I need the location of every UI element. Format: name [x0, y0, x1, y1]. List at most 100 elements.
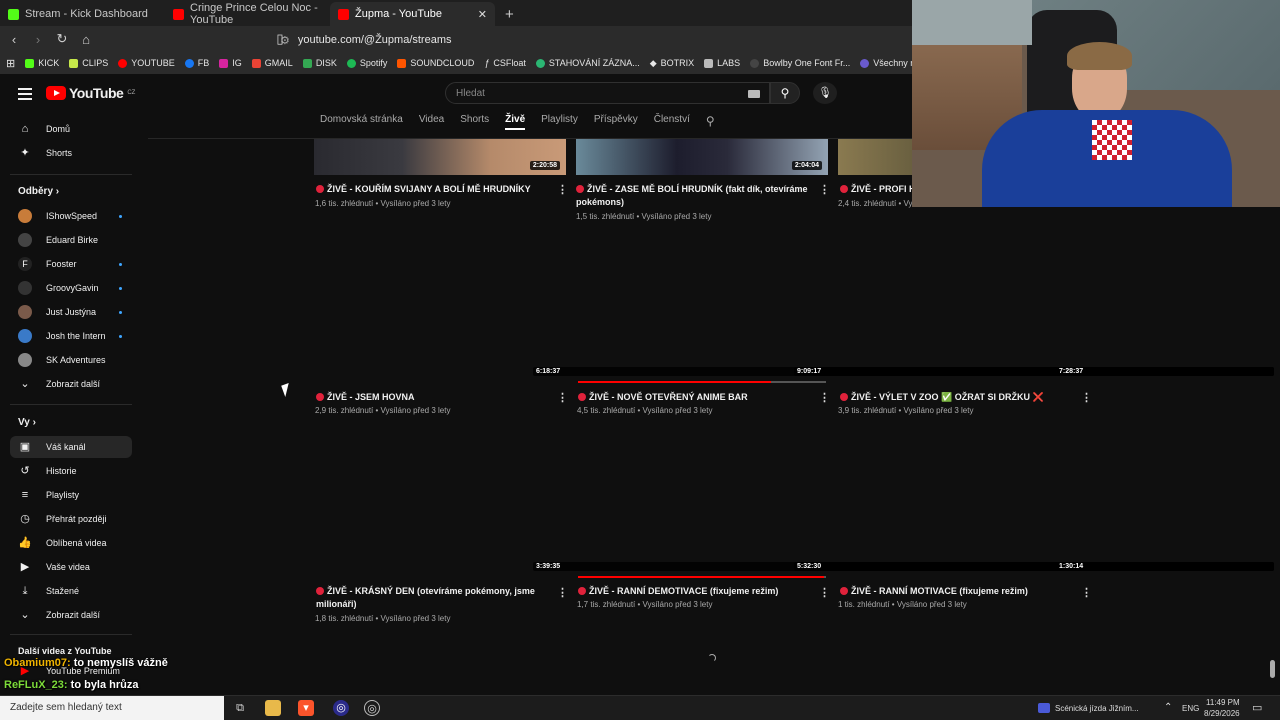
- address-bar[interactable]: ⚙ youtube.com/@Župma/streams: [280, 30, 910, 50]
- tab-home[interactable]: Domovská stránka: [320, 114, 403, 130]
- browser-tab-zumpa[interactable]: Župma - YouTube ✕: [330, 2, 495, 26]
- more-vert-icon[interactable]: ⋮: [1081, 586, 1092, 599]
- search-input[interactable]: Hledat: [445, 82, 770, 104]
- bookmark-clips[interactable]: CLIPS: [69, 58, 108, 68]
- video-title[interactable]: ŽIVĚ - PROFI H: [840, 183, 912, 196]
- bookmark-gmail[interactable]: GMAIL: [251, 58, 293, 68]
- menu-icon[interactable]: [18, 88, 32, 103]
- subscriptions-heading[interactable]: Odběry ›: [18, 186, 59, 197]
- bookmark-youtube[interactable]: YOUTUBE: [118, 58, 175, 68]
- sidebar-sub-josh-the-intern[interactable]: Josh the Intern: [10, 325, 132, 347]
- clock-date[interactable]: 8/29/2026: [1204, 709, 1240, 718]
- file-explorer-icon[interactable]: [265, 700, 281, 716]
- keyboard-icon[interactable]: [748, 90, 760, 98]
- video-thumbnail[interactable]: 2:04:04: [576, 139, 828, 175]
- sidebar-show-more[interactable]: ⌄ Zobrazit další: [10, 373, 132, 395]
- bookmark-kick[interactable]: KICK: [25, 58, 59, 68]
- more-vert-icon[interactable]: ⋮: [557, 183, 568, 196]
- chrome-icon[interactable]: ◎: [364, 700, 380, 716]
- more-vert-icon[interactable]: ⋮: [819, 183, 830, 196]
- sidebar-item-home[interactable]: ⌂ Domů: [10, 118, 132, 140]
- new-tab-button[interactable]: +: [495, 2, 524, 26]
- task-view-icon[interactable]: ⧉: [232, 700, 248, 716]
- sidebar-item-shorts[interactable]: ✦ Shorts: [10, 142, 132, 164]
- tab-live[interactable]: Živě: [505, 114, 526, 130]
- apps-grid-icon[interactable]: ⊞: [6, 57, 15, 70]
- sidebar-sub-groovygavin[interactable]: GroovyGavin: [10, 277, 132, 299]
- video-title[interactable]: ŽIVĚ - ZASE MĚ BOLÍ HRUDNÍK (fakt dík, o…: [576, 183, 816, 209]
- home-icon[interactable]: ⌂: [76, 32, 96, 47]
- bookmark-botrix[interactable]: ◆ BOTRIX: [650, 58, 694, 69]
- sidebar-sub-fooster[interactable]: F Fooster: [10, 253, 132, 275]
- more-vert-icon[interactable]: ⋮: [557, 586, 568, 599]
- channel-search-icon[interactable]: ⚲: [706, 114, 715, 130]
- watch-progress-bar: [578, 576, 824, 578]
- back-icon[interactable]: ‹: [4, 32, 24, 47]
- bookmark-bowlby[interactable]: Bowlby One Font Fr...: [750, 58, 850, 68]
- bookmark-ig[interactable]: IG: [219, 58, 242, 68]
- sidebar-item-history[interactable]: ↺ Historie: [10, 460, 132, 482]
- video-thumbnail[interactable]: [838, 139, 912, 175]
- sidebar-item-playlists[interactable]: ≡ Playlisty: [10, 484, 132, 506]
- tab-videos[interactable]: Videa: [419, 114, 444, 130]
- kick-icon: [8, 8, 19, 20]
- sidebar-item-watch-later[interactable]: ◷ Přehrát později: [10, 508, 132, 530]
- you-heading[interactable]: Vy ›: [18, 417, 36, 428]
- more-vert-icon[interactable]: ⋮: [1081, 391, 1092, 404]
- sidebar-item-your-channel[interactable]: ▣ Váš kanál: [10, 436, 132, 458]
- sidebar-show-more-2[interactable]: ⌄ Zobrazit další: [10, 604, 132, 626]
- tab-playlists[interactable]: Playlisty: [541, 114, 578, 130]
- browser-tab-kick[interactable]: Stream - Kick Dashboard: [0, 2, 165, 26]
- sidebar-item-your-videos[interactable]: ▶ Vaše videa: [10, 556, 132, 578]
- clock-time[interactable]: 11:49 PM: [1206, 698, 1240, 707]
- language-indicator[interactable]: ENG: [1182, 704, 1199, 713]
- video-title[interactable]: ŽIVĚ - VÝLET V ZOO ✅ OŽRAT SI DRŽKU ❌: [840, 391, 1076, 404]
- video-title[interactable]: ŽIVĚ - RANNÍ MOTIVACE (fixujeme režim): [840, 585, 1076, 598]
- sidebar-sub-ishowspeed[interactable]: IShowSpeed: [10, 205, 132, 227]
- bookmark-recenze[interactable]: Všechny recenze: [860, 58, 912, 68]
- more-vert-icon[interactable]: ⋮: [557, 391, 568, 404]
- voice-search-button[interactable]: 🎙: [813, 82, 837, 104]
- sidebar-item-liked[interactable]: 👍 Oblíbená videa: [10, 532, 132, 554]
- reload-icon[interactable]: ↻: [52, 31, 72, 47]
- now-playing-widget[interactable]: Scénická jízda Jižním...: [1038, 703, 1139, 713]
- video-title[interactable]: ŽIVĚ - JSEM HOVNA: [316, 391, 552, 404]
- video-title[interactable]: ŽIVĚ - NOVĚ OTEVŘENÝ ANIME BAR: [578, 391, 814, 404]
- sidebar-item-downloads[interactable]: ⤓ Stažené: [10, 580, 132, 602]
- video-title[interactable]: ŽIVĚ - KOUŘÍM SVIJANY A BOLÍ MĚ HRUDNÍKY: [316, 183, 552, 196]
- sidebar-sub-sk-adventures[interactable]: SK Adventures: [10, 349, 132, 371]
- bookmark-labs[interactable]: LABS: [704, 58, 740, 68]
- bookmark-disk[interactable]: DISK: [302, 58, 337, 68]
- site-info-icon[interactable]: ⚙: [280, 34, 290, 47]
- download-site-icon: [535, 58, 545, 68]
- tab-posts[interactable]: Příspěvky: [594, 114, 638, 130]
- tab-membership[interactable]: Členství: [654, 114, 690, 130]
- obs-icon[interactable]: ◎: [333, 700, 349, 716]
- bookmark-fb[interactable]: FB: [184, 58, 209, 68]
- video-title[interactable]: ŽIVĚ - KRÁSNÝ DEN (otevíráme pokémony, j…: [316, 585, 552, 611]
- bookmark-spotify[interactable]: Spotify: [346, 58, 387, 68]
- bookmark-csfloat[interactable]: ƒ CSFloat: [484, 58, 526, 68]
- clips-icon: [69, 58, 79, 68]
- page-scrollbar[interactable]: [1270, 660, 1275, 678]
- sidebar-sub-eduard-birke[interactable]: Eduard Birke: [10, 229, 132, 251]
- botrix-icon: ◆: [649, 57, 657, 68]
- forward-icon[interactable]: ›: [28, 32, 48, 47]
- tab-shorts[interactable]: Shorts: [460, 114, 489, 130]
- taskbar-search-input[interactable]: Zadejte sem hledaný text: [0, 696, 224, 720]
- video-title[interactable]: ŽIVĚ - RANNÍ DEMOTIVACE (fixujeme režim): [578, 585, 814, 598]
- video-icon: ▶: [20, 561, 30, 573]
- browser-tab-cringe[interactable]: Cringe Prince Celou Noc - YouTube: [165, 2, 330, 26]
- more-vert-icon[interactable]: ⋮: [819, 586, 830, 599]
- close-tab-icon[interactable]: ✕: [478, 8, 487, 21]
- brave-browser-icon[interactable]: ▾: [298, 700, 314, 716]
- tray-expand-icon[interactable]: ⌃: [1164, 702, 1172, 713]
- video-thumbnail[interactable]: 2:20:58: [314, 139, 566, 175]
- sidebar-sub-just-justyna[interactable]: Just Justýna: [10, 301, 132, 323]
- bookmark-soundcloud[interactable]: SOUNDCLOUD: [397, 58, 474, 68]
- search-button[interactable]: ⚲: [770, 82, 800, 104]
- youtube-logo[interactable]: YouTube CZ: [46, 85, 135, 101]
- more-vert-icon[interactable]: ⋮: [819, 391, 830, 404]
- notifications-icon[interactable]: ▭: [1252, 701, 1262, 714]
- bookmark-stahovani[interactable]: STAHOVÁNÍ ZÁZNA...: [535, 58, 640, 68]
